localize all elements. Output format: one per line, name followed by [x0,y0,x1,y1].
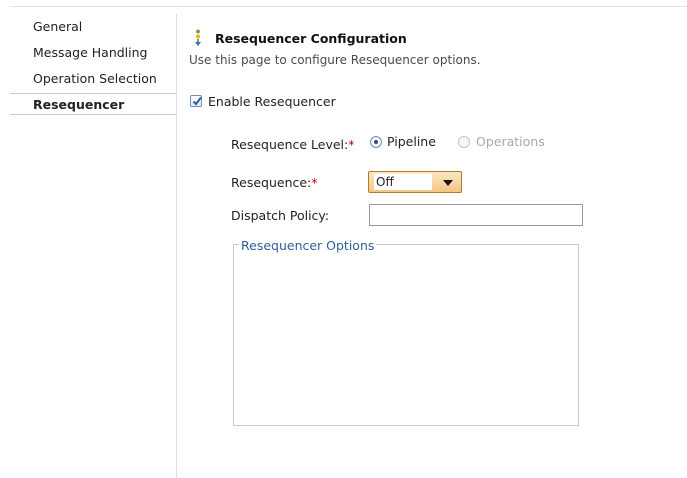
dispatch-policy-input[interactable] [369,204,583,226]
resequence-select-value: Off [374,174,432,190]
sidebar-item-general[interactable]: General [10,16,176,38]
resequence-label: Resequence:* [231,175,318,190]
required-marker: * [311,175,318,190]
main-content: Resequencer Configuration Use this page … [177,14,687,478]
dispatch-policy-label: Dispatch Policy: [231,208,330,223]
operations-radio-label: Operations [476,134,545,149]
page-description: Use this page to configure Resequencer o… [189,53,481,67]
sidebar-item-operation-selection[interactable]: Operation Selection [10,68,176,90]
sidebar: General Message Handling Operation Selec… [10,14,177,478]
required-marker: * [348,137,355,152]
sidebar-item-label: General [33,19,83,34]
page-title: Resequencer Configuration [215,31,407,46]
resequence-label-text: Resequence: [231,175,312,190]
checkmark-icon [192,96,202,106]
sidebar-item-resequencer[interactable]: Resequencer [10,93,177,115]
sidebar-item-message-handling[interactable]: Message Handling [10,42,176,64]
resequencer-config-icon [195,29,201,46]
resequencer-options-legend: Resequencer Options [239,238,377,253]
resequence-level-label-text: Resequence Level: [231,137,349,152]
radio-dot [374,140,378,144]
resequence-select[interactable]: Off [368,171,462,193]
pipeline-radio-label: Pipeline [387,134,436,149]
resequencer-options-group [233,244,579,426]
enable-resequencer-label: Enable Resequencer [208,94,336,109]
enable-resequencer-checkbox[interactable] [190,95,202,107]
pipeline-radio[interactable] [370,136,382,148]
sidebar-item-label: Message Handling [33,45,148,60]
resequence-level-label: Resequence Level:* [231,137,354,152]
sidebar-item-label: Resequencer [33,97,125,112]
operations-radio[interactable] [458,136,470,148]
sidebar-item-label: Operation Selection [33,71,157,86]
chevron-down-icon [443,180,453,186]
top-divider [10,6,687,7]
